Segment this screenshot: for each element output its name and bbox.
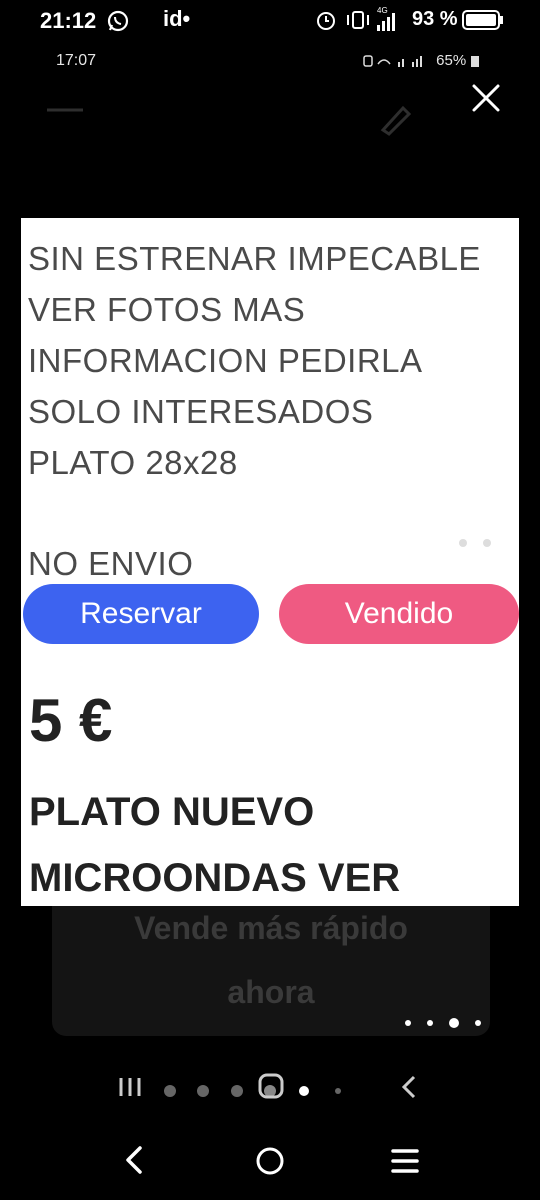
- background-edit-icon: [375, 98, 415, 143]
- inner-recents-icon: [118, 1076, 144, 1103]
- description-line: SIN ESTRENAR IMPECABLE: [28, 240, 481, 277]
- status-time: 21:12: [40, 8, 97, 33]
- svg-text:4G: 4G: [377, 6, 388, 15]
- back-nav-button[interactable]: [120, 1144, 150, 1181]
- promo-line: ahora: [227, 974, 315, 1010]
- background-back-arrow-icon: [45, 100, 85, 120]
- description-line: NO ENVIO: [28, 545, 194, 582]
- description-line: PLATO 28x28: [28, 444, 238, 481]
- status-bar: 21:12 id• 4G 93 %: [0, 0, 540, 42]
- promo-pager-dots: [402, 1016, 486, 1034]
- battery-icon: [462, 9, 504, 36]
- inner-battery-percent: 65%: [436, 52, 467, 69]
- listing-title-line: PLATO NUEVO: [29, 790, 315, 834]
- battery-percent: 93 %: [412, 8, 458, 30]
- whatsapp-icon: [106, 9, 130, 38]
- vibrate-icon: [345, 10, 371, 35]
- signal-4g-icon: 4G: [375, 5, 405, 38]
- carrier-app-icon: id•: [163, 6, 191, 31]
- listing-price: 5 €: [29, 687, 113, 754]
- recents-nav-button[interactable]: [390, 1148, 420, 1179]
- alarm-icon: [315, 9, 337, 36]
- inner-home-icon: [258, 1073, 284, 1104]
- inner-back-icon: [400, 1074, 418, 1105]
- description-line: VER FOTOS MAS: [28, 291, 306, 328]
- reserve-button[interactable]: Reservar: [23, 584, 259, 644]
- description-line: INFORMACION PEDIRLA: [28, 342, 423, 379]
- home-nav-button[interactable]: [254, 1145, 286, 1182]
- inner-status-icons: 65%: [362, 52, 480, 69]
- description-line: SOLO INTERESADOS: [28, 393, 374, 430]
- image-pager-dots: [457, 536, 497, 554]
- inner-status-time: 17:07: [56, 52, 97, 69]
- listing-title-line: MICROONDAS VER: [29, 856, 401, 900]
- close-icon[interactable]: [468, 80, 504, 121]
- sold-button[interactable]: Vendido: [279, 584, 519, 644]
- promo-line: Vende más rápido: [134, 910, 408, 946]
- listing-card: SIN ESTRENAR IMPECABLE VER FOTOS MAS INF…: [21, 218, 519, 906]
